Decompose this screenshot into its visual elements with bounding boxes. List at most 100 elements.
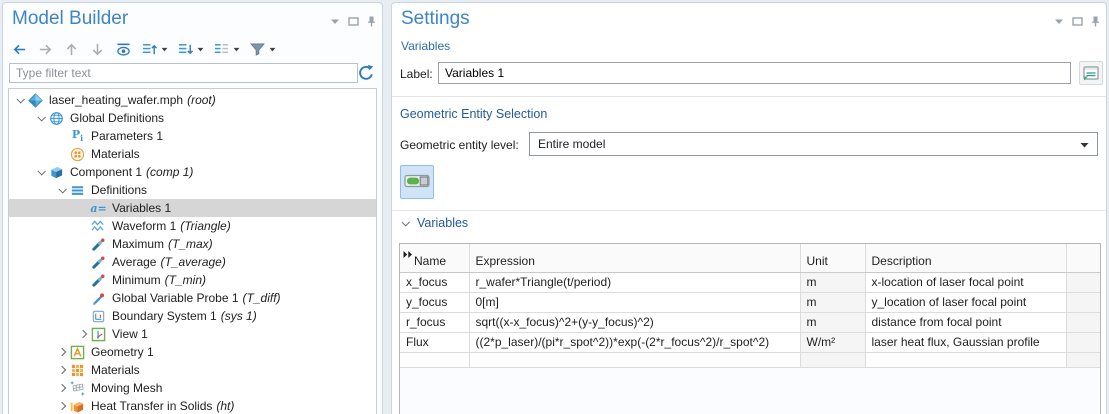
variable-name-cell[interactable]: r_focus (400, 312, 469, 332)
variable-name-cell[interactable] (400, 352, 469, 367)
tree-item[interactable]: Minimum(T_min) (9, 271, 376, 289)
variable-name-cell[interactable]: y_focus (400, 292, 469, 312)
variable-unit-cell: W/m² (800, 332, 865, 352)
active-selection-toggle-button[interactable] (400, 165, 434, 199)
variable-expression-cell[interactable]: 0[m] (469, 292, 800, 312)
variable-expression-cell[interactable]: ((2*p_laser)/(pi*r_spot^2))*exp(-(2*r_fo… (469, 332, 800, 352)
tree-item[interactable]: Geometry 1 (9, 343, 376, 361)
float-window-icon[interactable] (1072, 17, 1083, 26)
label-caption: Label: (400, 67, 433, 81)
move-up-button[interactable] (63, 42, 80, 57)
tree-item[interactable]: Materials (9, 361, 376, 379)
forward-arrow-button[interactable] (37, 42, 54, 57)
pin-icon[interactable] (367, 16, 376, 27)
model-root-icon (27, 92, 44, 108)
tree-item[interactable]: Maximum(T_max) (9, 235, 376, 253)
variable-description-cell[interactable] (865, 352, 1066, 367)
tree-item[interactable]: a=Variables 1 (9, 199, 376, 217)
tree-item[interactable]: Global Definitions (9, 109, 376, 127)
settings-window-buttons (1054, 16, 1100, 27)
heat-transfer-icon (69, 398, 86, 414)
probe-icon (90, 272, 107, 288)
variable-description-cell[interactable]: distance from focal point (865, 312, 1066, 332)
pin-icon[interactable] (1091, 16, 1100, 27)
node-text-button[interactable] (213, 42, 240, 57)
waveform-icon (90, 218, 107, 234)
tree-item[interactable]: View 1 (9, 325, 376, 343)
variables-table-header: NameExpressionUnitDescription (400, 244, 1100, 272)
active-toggle-icon (404, 173, 430, 192)
variables-section-header[interactable]: Variables (400, 216, 468, 230)
collapsed-chevron-icon[interactable] (55, 367, 69, 373)
dropdown-caret-icon[interactable] (194, 47, 204, 52)
label-input[interactable] (438, 62, 1071, 84)
variable-description-cell[interactable]: laser heat flux, Gaussian profile (865, 332, 1066, 352)
variable-expression-cell[interactable]: r_wafer*Triangle(t/period) (469, 272, 800, 292)
collapse-chevron-icon[interactable] (400, 220, 410, 226)
view-icon (90, 326, 107, 342)
geometry-icon (69, 344, 86, 360)
variable-row: y_focus0[m]my_location of laser focal po… (400, 292, 1100, 312)
float-window-icon[interactable] (348, 17, 359, 26)
expand-tree-button[interactable] (141, 42, 168, 57)
collapsed-chevron-icon[interactable] (55, 385, 69, 391)
tree-item[interactable]: Component 1(comp 1) (9, 163, 376, 181)
collapsed-chevron-icon[interactable] (55, 403, 69, 409)
new-variable-row (400, 352, 1100, 367)
collapsed-chevron-icon[interactable] (55, 349, 69, 355)
expanded-chevron-icon[interactable] (34, 115, 48, 121)
probe-icon (90, 254, 107, 270)
dropdown-caret-icon[interactable] (158, 47, 168, 52)
global-definitions-icon (48, 110, 65, 126)
definitions-icon (69, 182, 86, 198)
tree-item[interactable]: Waveform 1(Triangle) (9, 217, 376, 235)
back-arrow-button[interactable] (11, 42, 28, 57)
expanded-chevron-icon[interactable] (34, 169, 48, 175)
show-button[interactable] (115, 42, 132, 57)
column-header-unit: Unit (800, 244, 865, 272)
move-down-button[interactable] (89, 42, 106, 57)
variable-expression-cell[interactable] (469, 352, 800, 367)
settings-panel: Settings Variables Label: Geometric Enti… (391, 2, 1107, 414)
variable-description-cell[interactable]: y_location of laser focal point (865, 292, 1066, 312)
tree-filter-input[interactable] (9, 63, 358, 83)
moving-mesh-icon (69, 380, 86, 396)
variable-row: Flux((2*p_laser)/(pi*r_spot^2))*exp(-(2*… (400, 332, 1100, 352)
tree-item[interactable]: Definitions (9, 181, 376, 199)
variables-table-body: x_focusr_wafer*Triangle(t/period)mx-loca… (400, 272, 1100, 367)
model-builder-toolbar (11, 38, 285, 60)
panel-menu-icon[interactable] (330, 18, 340, 25)
expanded-chevron-icon[interactable] (55, 187, 69, 193)
dropdown-caret-icon[interactable] (230, 47, 240, 52)
geometric-entity-selection-header: Geometric Entity Selection (400, 107, 547, 121)
refresh-icon[interactable] (357, 64, 375, 82)
column-header-expression: Expression (469, 244, 800, 272)
variable-name-cell[interactable]: x_focus (400, 272, 469, 292)
collapse-tree-button[interactable] (177, 42, 204, 57)
tree-item[interactable]: Heat Transfer in Solids(ht) (9, 397, 376, 414)
collapsed-chevron-icon[interactable] (76, 331, 90, 337)
filter-button[interactable] (249, 42, 276, 57)
parameters-icon: Pi (69, 128, 86, 144)
variable-row: r_focussqrt((x-x_focus)^2+(y-y_focus)^2)… (400, 312, 1100, 332)
dropdown-caret-icon[interactable] (266, 47, 276, 52)
tree-item[interactable]: Average(T_average) (9, 253, 376, 271)
geometric-entity-level-value: Entire model (538, 137, 605, 151)
variable-description-cell[interactable]: x-location of laser focal point (865, 272, 1066, 292)
model-builder-tree: laser_heating_wafer.mph(root)Global Defi… (8, 88, 377, 414)
variable-name-cell[interactable]: Flux (400, 332, 469, 352)
expanded-chevron-icon[interactable] (13, 97, 27, 103)
global-probe-icon (90, 290, 107, 306)
geometric-entity-level-select[interactable]: Entire model (529, 132, 1098, 156)
probe-icon (90, 236, 107, 252)
tree-item[interactable]: laser_heating_wafer.mph(root) (9, 91, 376, 109)
tree-item[interactable]: Materials (9, 145, 376, 163)
tree-item[interactable]: PiParameters 1 (9, 127, 376, 145)
tree-item[interactable]: Boundary System 1(sys 1) (9, 307, 376, 325)
tree-item[interactable]: Global Variable Probe 1(T_diff) (9, 289, 376, 307)
rename-label-button[interactable] (1079, 61, 1103, 85)
tree-item[interactable]: Moving Mesh (9, 379, 376, 397)
variable-unit-cell: m (800, 292, 865, 312)
variable-expression-cell[interactable]: sqrt((x-x_focus)^2+(y-y_focus)^2) (469, 312, 800, 332)
panel-menu-icon[interactable] (1054, 18, 1064, 25)
